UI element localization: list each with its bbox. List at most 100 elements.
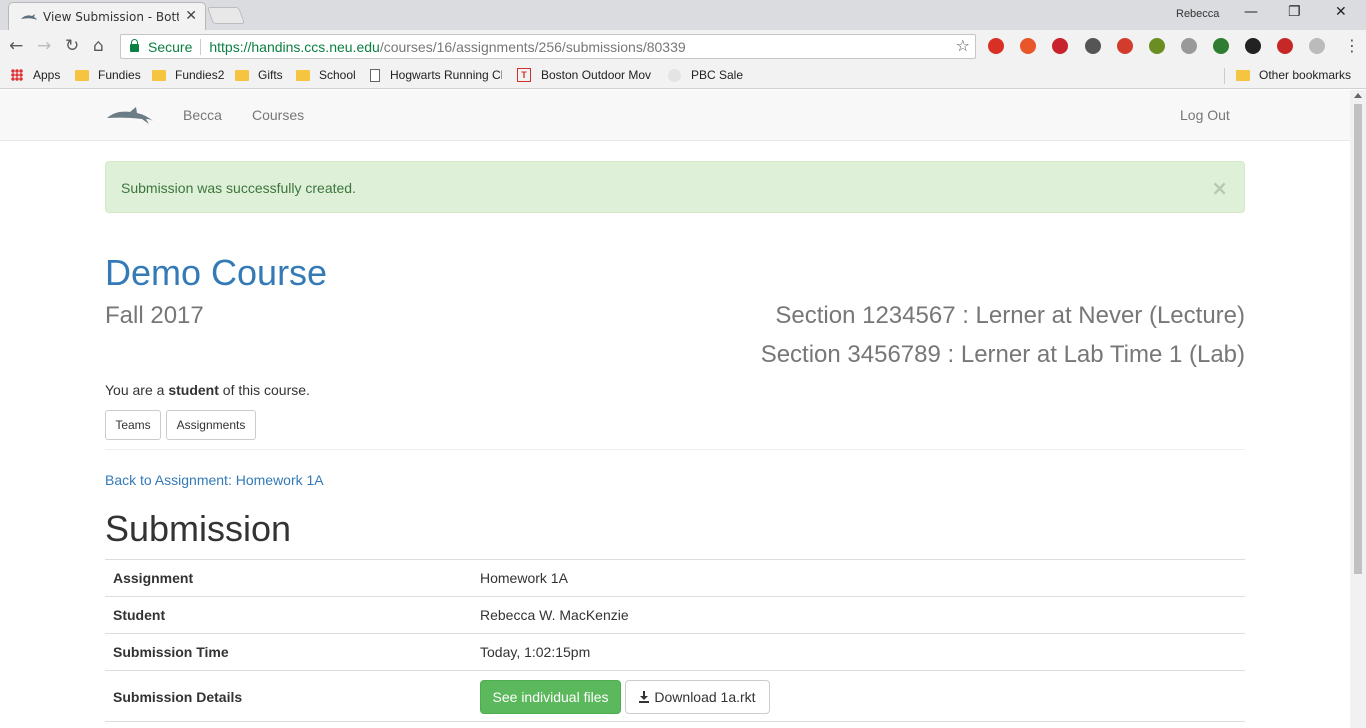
dolphin-favicon-icon bbox=[21, 13, 37, 20]
divider bbox=[1224, 68, 1225, 84]
course-term: Fall 2017 bbox=[105, 302, 204, 329]
folder-icon bbox=[75, 69, 89, 81]
role-value: student bbox=[168, 382, 219, 398]
tab-close-icon[interactable]: ✕ bbox=[185, 8, 197, 24]
minimize-icon[interactable]: — bbox=[1244, 4, 1258, 20]
new-tab-button[interactable] bbox=[206, 7, 246, 24]
scrollbar-thumb[interactable] bbox=[1354, 104, 1362, 574]
teams-button[interactable]: Teams bbox=[105, 410, 161, 440]
bookmark-fundies2[interactable]: Fundies2 bbox=[152, 68, 224, 82]
see-individual-files-button[interactable]: See individual files bbox=[480, 680, 621, 714]
profile-button[interactable]: Rebecca bbox=[1176, 8, 1219, 20]
site-navbar: Becca Courses Log Out bbox=[0, 90, 1350, 141]
extension-icon[interactable] bbox=[1181, 38, 1197, 54]
address-bar[interactable]: Secure https://handins.ccs.neu.edu /cour… bbox=[120, 34, 976, 59]
browser-toolbar: ← → ↻ ⌂ Secure https://handins.ccs.neu.e… bbox=[0, 30, 1366, 63]
apps-grid-icon bbox=[11, 69, 23, 81]
download-icon bbox=[639, 691, 650, 703]
bookmark-label: Fundies2 bbox=[175, 68, 225, 82]
row-value: Rebecca W. MacKenzie bbox=[480, 607, 629, 623]
extension-icon[interactable] bbox=[1309, 38, 1325, 54]
browser-tab-strip: View Submission - Bottle ✕ Rebecca — ❐ ✕ bbox=[0, 0, 1366, 30]
submission-heading: Submission bbox=[105, 508, 292, 549]
divider bbox=[200, 38, 202, 55]
bookmark-hogwarts[interactable]: Hogwarts Running Cl bbox=[370, 68, 502, 82]
lock-icon bbox=[130, 39, 139, 52]
url-host: https://handins.ccs.neu.edu bbox=[209, 38, 380, 55]
page-viewport: Becca Courses Log Out Submission was suc… bbox=[0, 90, 1350, 728]
dolphin-logo-icon[interactable] bbox=[106, 104, 154, 126]
browser-tab[interactable]: View Submission - Bottle ✕ bbox=[8, 2, 206, 30]
row-value: Homework 1A bbox=[480, 570, 568, 586]
extension-icon[interactable] bbox=[1149, 38, 1165, 54]
row-key: Assignment bbox=[113, 570, 194, 586]
extension-icon[interactable] bbox=[1213, 38, 1229, 54]
section-lecture: Section 1234567 : Lerner at Never (Lectu… bbox=[775, 302, 1245, 329]
extension-icon[interactable] bbox=[1052, 38, 1068, 54]
row-value: Today, 1:02:15pm bbox=[480, 644, 591, 660]
nav-courses-link[interactable]: Courses bbox=[252, 107, 304, 123]
home-icon[interactable]: ⌂ bbox=[93, 36, 104, 56]
bookmark-boston-outdoor[interactable]: T Boston Outdoor Mov bbox=[517, 68, 653, 82]
assignments-button[interactable]: Assignments bbox=[166, 410, 256, 440]
success-alert: Submission was successfully created. × bbox=[105, 161, 1245, 213]
bookmark-label: Hogwarts Running Cl bbox=[390, 68, 502, 82]
extension-icon[interactable] bbox=[988, 38, 1004, 54]
url-path: /courses/16/assignments/256/submissions/… bbox=[379, 38, 686, 55]
table-row: Submission Details See individual files … bbox=[105, 670, 1245, 722]
bookmark-label: PBC Sale bbox=[691, 68, 744, 82]
back-to-assignment-link[interactable]: Back to Assignment: Homework 1A bbox=[105, 472, 324, 488]
alert-message: Submission was successfully created. bbox=[121, 180, 356, 196]
submission-table: Assignment Homework 1A Student Rebecca W… bbox=[105, 559, 1245, 722]
restore-icon[interactable]: ❐ bbox=[1288, 4, 1301, 20]
role-statement: You are a student of this course. bbox=[105, 382, 310, 398]
extension-icon[interactable] bbox=[1117, 38, 1133, 54]
table-row: Assignment Homework 1A bbox=[105, 559, 1245, 596]
bookmark-gifts[interactable]: Gifts bbox=[235, 68, 283, 82]
close-icon[interactable]: × bbox=[1211, 176, 1228, 200]
reload-icon[interactable]: ↻ bbox=[65, 36, 79, 56]
bookmark-star-icon[interactable]: ☆ bbox=[956, 36, 970, 55]
bookmark-apps[interactable]: Apps bbox=[11, 68, 60, 82]
bookmark-fundies[interactable]: Fundies bbox=[75, 68, 141, 82]
close-window-icon[interactable]: ✕ bbox=[1335, 4, 1347, 20]
table-row: Student Rebecca W. MacKenzie bbox=[105, 596, 1245, 633]
page-scrollbar[interactable] bbox=[1350, 90, 1366, 728]
folder-icon bbox=[152, 69, 166, 81]
bookmark-label: Apps bbox=[33, 68, 61, 82]
row-key: Submission Details bbox=[113, 689, 243, 705]
folder-icon bbox=[1236, 69, 1250, 81]
section-lab: Section 3456789 : Lerner at Lab Time 1 (… bbox=[760, 341, 1245, 368]
bookmark-school[interactable]: School bbox=[296, 68, 356, 82]
folder-icon bbox=[296, 69, 310, 81]
extension-icon[interactable] bbox=[1277, 38, 1293, 54]
role-suffix: of this course. bbox=[218, 382, 310, 398]
bookmark-other[interactable]: Other bookmarks bbox=[1236, 68, 1351, 82]
row-key: Student bbox=[113, 607, 166, 623]
bookmark-label: Boston Outdoor Mov bbox=[541, 68, 652, 82]
row-key: Submission Time bbox=[113, 644, 229, 660]
extension-icon[interactable] bbox=[1020, 38, 1036, 54]
page-icon bbox=[668, 68, 681, 82]
download-file-button[interactable]: Download 1a.rkt bbox=[625, 680, 770, 714]
bookmarks-bar: Apps Fundies Fundies2 Gifts School Hogwa… bbox=[0, 63, 1366, 89]
browser-menu-icon[interactable]: ⋮ bbox=[1344, 36, 1360, 55]
back-icon[interactable]: ← bbox=[9, 36, 23, 56]
folder-icon bbox=[235, 69, 249, 81]
page-icon bbox=[370, 68, 380, 82]
scroll-up-icon[interactable] bbox=[1354, 93, 1362, 98]
extension-icon[interactable] bbox=[1245, 38, 1261, 54]
bookmark-label: Gifts bbox=[258, 68, 283, 82]
bookmark-label: Other bookmarks bbox=[1259, 68, 1352, 82]
logout-link[interactable]: Log Out bbox=[1180, 107, 1230, 123]
t-logo-icon: T bbox=[517, 68, 531, 82]
forward-icon[interactable]: → bbox=[37, 36, 51, 56]
nav-user-link[interactable]: Becca bbox=[183, 107, 222, 123]
course-title[interactable]: Demo Course bbox=[105, 252, 327, 294]
bookmark-label: Fundies bbox=[98, 68, 141, 82]
bookmark-label: School bbox=[319, 68, 356, 82]
bookmark-pbc-sale[interactable]: PBC Sale bbox=[668, 68, 743, 82]
table-row: Submission Time Today, 1:02:15pm bbox=[105, 633, 1245, 670]
role-prefix: You are a bbox=[105, 382, 169, 398]
extension-icon[interactable] bbox=[1085, 38, 1101, 54]
